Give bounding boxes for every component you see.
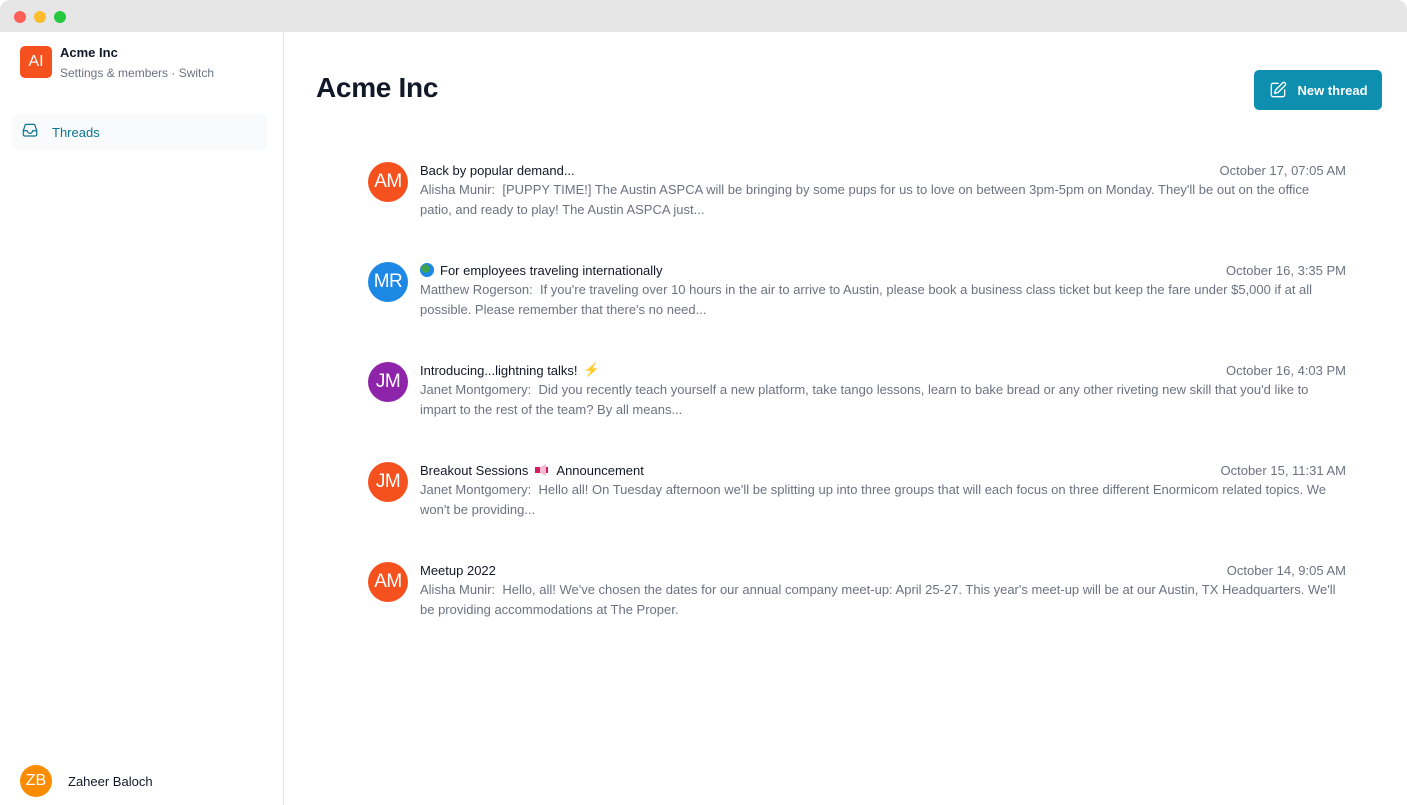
thread-preview: Janet Montgomery: Did you recently teach… [420,380,1346,420]
thread-date: October 17, 07:05 AM [1219,162,1346,178]
globe-icon [420,263,434,277]
thread-preview-text: [PUPPY TIME!] The Austin ASPCA will be b… [420,182,1310,217]
thread-author: Janet Montgomery: [420,482,532,497]
thread-title-text: Introducing...lightning talks! [420,362,578,378]
maximize-window-button[interactable] [54,11,66,23]
thread-title: For employees traveling internationally [420,263,663,278]
close-window-button[interactable] [14,11,26,23]
author-avatar: AM [368,562,408,602]
thread-preview-text: Did you recently teach yourself a new pl… [420,382,1309,417]
author-avatar: JM [368,462,408,502]
user-avatar: ZB [20,765,52,797]
sidebar-item-label: Threads [52,124,100,140]
current-user[interactable]: ZB Zaheer Baloch [20,765,153,797]
new-thread-label: New thread [1297,82,1368,98]
thread-preview-text: Hello all! On Tuesday afternoon we'll be… [420,482,1326,517]
thread-list: AM Back by popular demand... October 17,… [368,160,1346,660]
thread-title-text: For employees traveling internationally [440,262,663,278]
thread-title: Back by popular demand... [420,163,575,178]
settings-members-link[interactable]: Settings & members [60,66,168,80]
org-avatar[interactable]: AI [20,46,52,78]
thread-author: Alisha Munir: [420,582,496,597]
thread-item[interactable]: JM Breakout Sessions Announcement Octobe… [368,460,1346,560]
title-bar [0,0,1407,32]
thread-preview: Janet Montgomery: Hello all! On Tuesday … [420,480,1346,520]
link-separator: · [168,66,179,80]
thread-preview: Matthew Rogerson: If you're traveling ov… [420,280,1346,320]
thread-preview: Alisha Munir: [PUPPY TIME!] The Austin A… [420,180,1346,220]
thread-author: Janet Montgomery: [420,382,532,397]
thread-preview: Alisha Munir: Hello, all! We've chosen t… [420,580,1346,620]
sidebar: AI Acme Inc Settings & members · Switch … [0,32,284,805]
sidebar-item-threads[interactable]: Threads [12,114,267,150]
thread-item[interactable]: AM Meetup 2022 October 14, 9:05 AM Alish… [368,560,1346,660]
author-avatar: AM [368,162,408,202]
app-window: AI Acme Inc Settings & members · Switch … [0,0,1407,805]
thread-item[interactable]: AM Back by popular demand... October 17,… [368,160,1346,260]
thread-title-text: Meetup 2022 [420,562,496,578]
pencil-square-icon [1271,81,1287,98]
thread-author: Matthew Rogerson: [420,282,533,297]
org-name: Acme Inc [60,45,118,60]
lightning-icon: ⚡ [583,362,600,377]
user-name: Zaheer Baloch [68,773,153,789]
org-switcher: AI Acme Inc Settings & members · Switch [20,43,214,81]
thread-title: Meetup 2022 [420,563,496,578]
thread-preview-text: If you're traveling over 10 hours in the… [420,282,1313,317]
thread-item[interactable]: MR For employees traveling international… [368,260,1346,360]
page-title: Acme Inc [316,72,439,103]
thread-title-text: Back by popular demand... [420,162,575,178]
switch-org-link[interactable]: Switch [179,66,214,80]
minimize-window-button[interactable] [34,11,46,23]
thread-title: Breakout Sessions Announcement [420,463,644,478]
thread-author: Alisha Munir: [420,182,496,197]
thread-date: October 16, 3:35 PM [1226,262,1346,278]
inbox-icon [21,121,39,144]
org-links: Settings & members · Switch [60,65,214,81]
thread-title-text: Breakout Sessions [420,462,529,478]
author-avatar: JM [368,362,408,402]
thread-item[interactable]: JM Introducing...lightning talks! ⚡ Octob… [368,360,1346,460]
new-thread-button[interactable]: New thread [1254,70,1382,110]
author-avatar: MR [368,262,408,302]
thread-date: October 16, 4:03 PM [1226,362,1346,378]
thread-title: Introducing...lightning talks! ⚡ [420,362,600,378]
megaphone-icon [534,464,550,476]
thread-date: October 15, 11:31 AM [1220,462,1347,478]
thread-title-text: Announcement [556,462,644,478]
main-content: Acme Inc New thread AM Back by popular d… [285,32,1407,805]
thread-preview-text: Hello, all! We've chosen the dates for o… [420,582,1336,617]
thread-date: October 14, 9:05 AM [1226,562,1346,578]
